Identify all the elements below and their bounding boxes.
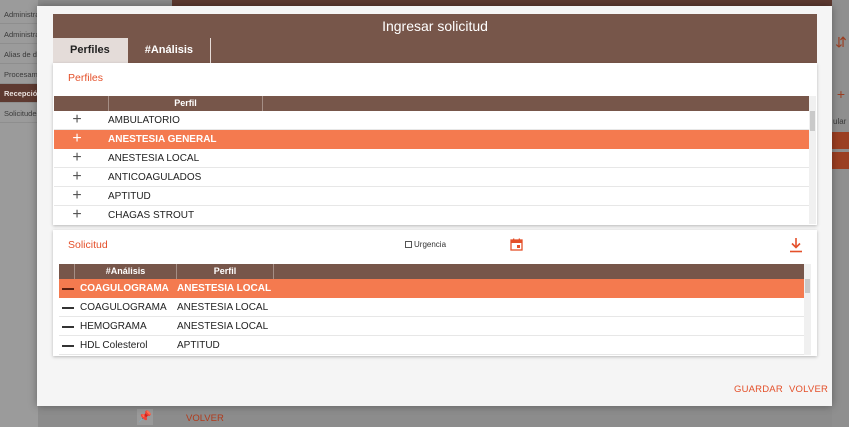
perfil-name: AMBULATORIO (108, 115, 180, 126)
background-sidebar: Administra Administra Alias de d Procesa… (0, 0, 38, 427)
ingresar-solicitud-modal: Ingresar solicitud Perfiles #Análisis Pe… (37, 6, 832, 406)
scrollbar-thumb[interactable] (810, 111, 815, 131)
bg-sidebar-item: Administra (0, 5, 38, 24)
add-icon[interactable]: + (70, 206, 84, 224)
remove-icon[interactable] (62, 336, 76, 355)
perfil-row[interactable]: + ANESTESIA LOCAL (54, 149, 809, 168)
solicitud-row[interactable]: COAGULOGRAMA ANESTESIA LOCAL (59, 298, 804, 317)
bg-row-accent (832, 132, 849, 149)
solicitud-row[interactable]: HEMOGRAMA ANESTESIA LOCAL (59, 317, 804, 336)
bg-sidebar-item: Procesami (0, 65, 38, 84)
perfil-row[interactable]: + AMBULATORIO (54, 111, 809, 130)
bg-sidebar-item: Administra (0, 25, 38, 44)
perfil-name: ANESTESIA LOCAL (177, 302, 269, 313)
urgencia-checkbox[interactable]: Urgencia (405, 240, 446, 249)
add-icon[interactable]: + (70, 130, 84, 148)
collapse-icon: ⇵ (835, 34, 847, 50)
solicitud-row[interactable]: HDL Colesterol APTITUD (59, 336, 804, 355)
bg-sidebar-item: Alias de d (0, 45, 38, 64)
solicitud-panel: Solicitud Urgencia #Análisis Perfil COAG… (53, 230, 817, 356)
add-icon[interactable]: + (70, 187, 84, 205)
header-action-col (59, 264, 75, 279)
perfiles-section-title: Perfiles (68, 72, 104, 84)
checkbox-box[interactable] (405, 241, 412, 248)
solicitud-table-header: #Análisis Perfil (59, 264, 811, 279)
background-right-column (832, 0, 849, 427)
background-volver-link: VOLVER (186, 413, 224, 424)
analisis-name: HEMOGRAMA (80, 321, 147, 332)
analisis-name: COAGULOGRAMA (80, 283, 169, 294)
calendar-icon[interactable] (510, 238, 523, 251)
perfil-name: ANTICOAGULADOS (108, 172, 202, 183)
perfiles-panel: Perfiles Perfil + AMBULATORIO + ANESTESI… (53, 63, 817, 225)
bg-sidebar-item: Solicitudes (0, 104, 38, 123)
analisis-name: HDL Colesterol (80, 340, 148, 351)
guardar-button[interactable]: GUARDAR (734, 384, 783, 395)
column-header-analisis[interactable]: #Análisis (75, 264, 177, 279)
tab-perfiles[interactable]: Perfiles (53, 38, 128, 63)
perfil-name: APTITUD (177, 340, 220, 351)
download-icon[interactable] (789, 237, 803, 253)
perfil-name: ANESTESIA LOCAL (177, 321, 269, 332)
solicitud-row-selected[interactable]: COAGULOGRAMA ANESTESIA LOCAL (59, 279, 804, 298)
solicitud-list: COAGULOGRAMA ANESTESIA LOCAL COAGULOGRAM… (59, 279, 811, 355)
column-header-perfil[interactable]: Perfil (177, 264, 274, 279)
add-icon[interactable]: + (70, 168, 84, 186)
remove-icon[interactable] (62, 279, 76, 298)
column-header-perfil[interactable]: Perfil (109, 96, 263, 111)
remove-icon[interactable] (62, 317, 76, 336)
perfil-row[interactable]: + ANTICOAGULADOS (54, 168, 809, 187)
perfiles-table-header: Perfil (54, 96, 809, 111)
perfil-name: APTITUD (108, 191, 151, 202)
add-icon[interactable]: + (70, 149, 84, 167)
header-action-col (54, 96, 109, 111)
analisis-name: COAGULOGRAMA (80, 302, 167, 313)
perfil-name: CHAGAS STROUT (108, 210, 195, 221)
bg-row-accent (832, 152, 849, 169)
volver-button[interactable]: VOLVER (789, 384, 828, 395)
urgencia-label: Urgencia (414, 240, 447, 249)
scrollbar-thumb[interactable] (805, 279, 810, 293)
remove-icon[interactable] (62, 298, 76, 317)
bg-partial-text: ular (833, 117, 847, 126)
perfil-row[interactable]: + APTITUD (54, 187, 809, 206)
perfiles-list: + AMBULATORIO + ANESTESIA GENERAL + ANES… (54, 111, 809, 224)
pin-icon: 📌 (137, 409, 153, 425)
modal-title: Ingresar solicitud (53, 14, 817, 39)
add-icon: + (836, 86, 846, 102)
tab-bar: Perfiles #Análisis (53, 38, 817, 63)
add-icon[interactable]: + (70, 111, 84, 129)
tab-analisis[interactable]: #Análisis (128, 38, 212, 63)
perfil-name: ANESTESIA LOCAL (177, 283, 272, 294)
perfiles-scrollbar[interactable] (809, 96, 816, 224)
bg-sidebar-item-active: Recepción (0, 84, 38, 103)
perfil-name: ANESTESIA LOCAL (108, 153, 200, 164)
perfil-row[interactable]: + CHAGAS STROUT (54, 206, 809, 224)
perfil-name: ANESTESIA GENERAL (108, 134, 217, 145)
solicitud-scrollbar[interactable] (804, 264, 811, 355)
perfil-row-selected[interactable]: + ANESTESIA GENERAL (54, 130, 809, 149)
solicitud-section-title: Solicitud (68, 239, 108, 251)
